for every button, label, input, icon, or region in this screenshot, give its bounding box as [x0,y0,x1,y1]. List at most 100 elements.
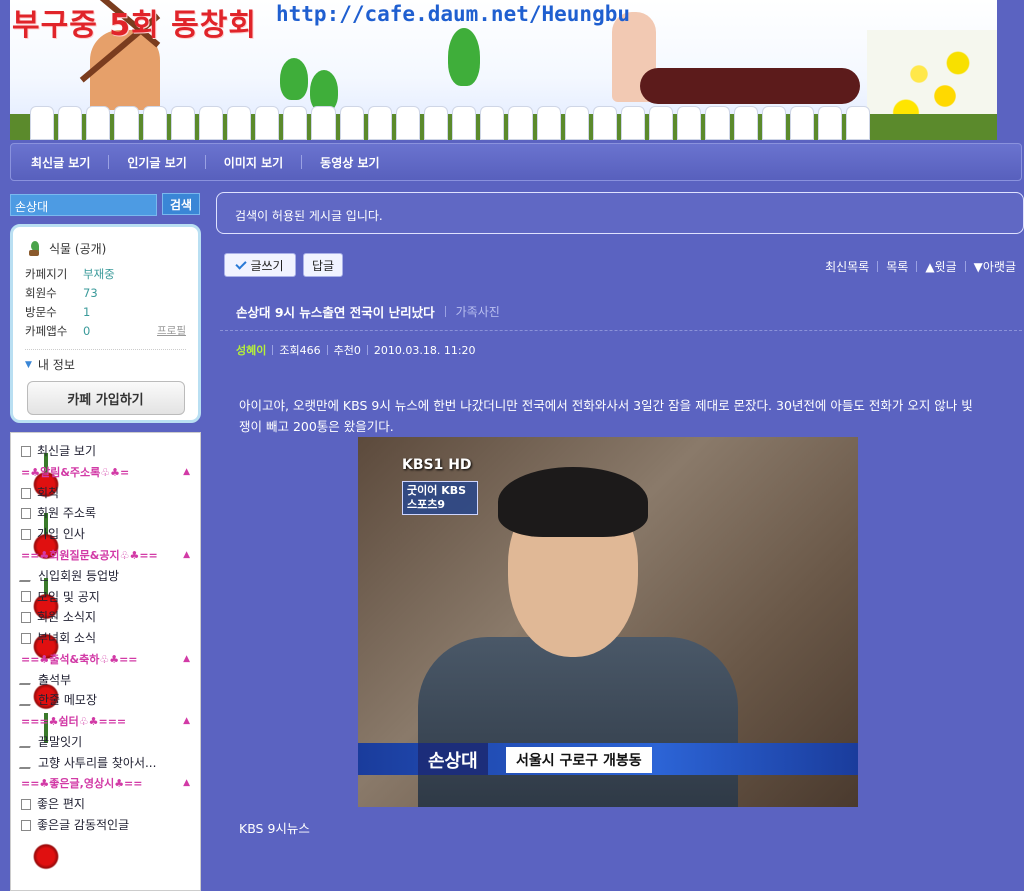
rose-decoration [33,843,59,873]
couple-illustration [600,8,870,118]
menu-item-label: 회칙 [37,485,60,500]
board-icon [21,612,31,624]
menu-item[interactable]: 좋은 편지 [21,794,200,815]
menu-item-label: 고향 사투리를 찾아서... [38,755,157,770]
menu-item[interactable]: 한줄 메모장 [18,690,200,711]
cafe-info-box: 식물 (공개) 카페지기 부재중 회원수 73 방문수 1 카페앱수 0 프로필… [10,224,201,423]
sidebar-menu: 최신글 보기 =♣알림&주소록♧♣= ▲ 회칙 회원 주소록 가입 인사 ==♣회원질문&공… [10,432,201,891]
menu-section-header: =♣알림&주소록♧♣= ▲ [21,462,200,483]
stat-row: 카페지기 부재중 [25,265,186,284]
pen-icon [18,674,35,686]
nav-popular[interactable]: 인기글 보기 [119,154,194,171]
collapse-icon[interactable]: ▲ [183,773,190,794]
post-views: 조회466 [279,344,321,357]
prev-post-link[interactable]: ▲윗글 [925,258,956,275]
search-button[interactable]: 검색 [162,193,200,215]
jacket-shape [418,637,738,807]
stat-value[interactable]: 73 [83,284,186,303]
menu-item-label: 한줄 메모장 [38,693,98,708]
write-button[interactable]: 글쓰기 [224,253,296,277]
menu-section-header: ===♣쉼터♧♣=== ▲ [21,711,200,732]
new-icon [21,445,31,457]
cafe-url[interactable]: http://cafe.daum.net/Heungbu [276,2,630,26]
profile-link[interactable]: 프로필 [157,322,186,341]
pen-icon [18,570,35,582]
list-link[interactable]: 목록 [886,258,908,275]
board-icon [21,487,31,499]
post-navigation: 최신목록 목록 ▲윗글 ▼아랫글 [825,258,1016,275]
menu-item[interactable]: 출석부 [18,670,200,691]
photo-caption: KBS 9시뉴스 [239,821,310,836]
menu-section-label: ===♣쉼터♧♣=== [21,715,127,729]
menu-item-label: 최신글 보기 [37,444,97,458]
top-nav: 최신글 보기 인기글 보기 이미지 보기 동영상 보기 [10,143,1022,181]
collapse-icon[interactable]: ▲ [183,462,190,483]
divider [916,261,918,272]
divider [964,261,966,272]
menu-item[interactable]: 회칙 [21,483,200,504]
menu-item[interactable]: 좋은글 감동적인글 [21,815,200,836]
stat-row: 방문수 1 [25,303,186,322]
divider [326,345,328,355]
dashed-divider [220,330,1022,331]
post-category[interactable]: 가족사진 [456,303,500,320]
post-body: 아이고야, 오랫만에 KBS 9시 뉴스에 한번 나갔더니만 전국에서 전화와사… [239,398,973,434]
nav-videos[interactable]: 동영상 보기 [312,154,387,171]
nav-divider [301,155,303,169]
pen-icon [18,757,35,769]
menu-item[interactable]: 가입 인사 [21,524,200,545]
stat-label: 카페앱수 [25,324,68,338]
menu-item[interactable]: 회원 주소록 [21,503,200,524]
kbs-sports-logo: 굿이어 KBS스포츠9 [402,481,478,515]
collapse-icon[interactable]: ▲ [183,711,190,732]
board-icon [21,591,31,603]
cafe-level-label: 식물 (공개) [49,241,107,256]
post-photo[interactable]: KBS1 HD 굿이어 KBS스포츠9 손상대 서울시 구로구 개봉동 [358,437,858,807]
post-recommend: 추천0 [333,344,361,357]
stat-label: 카페지기 [25,267,68,281]
stat-row: 회원수 73 [25,284,186,303]
nav-recent[interactable]: 최신글 보기 [23,154,98,171]
menu-item[interactable]: 부녀회 소식 [21,628,200,649]
board-icon [21,528,31,540]
menu-item[interactable]: 고향 사투리를 찾아서... [18,753,200,774]
menu-item[interactable]: 최신글 보기 [21,441,200,462]
post-toolbar: 글쓰기 답글 최신목록 목록 ▲윗글 ▼아랫글 [224,253,1016,279]
post-date: 2010.03.18. 11:20 [373,343,476,357]
menu-item[interactable]: 회원 소식지 [21,607,200,628]
menu-item-label: 좋은글 감동적인글 [37,818,130,833]
collapse-icon[interactable]: ▲ [183,649,190,670]
collapse-icon[interactable]: ▲ [183,545,190,566]
menu-item[interactable]: 모임 및 공지 [21,587,200,608]
my-info-label: 내 정보 [37,358,75,372]
plant-icon [25,239,43,257]
write-button-label: 글쓰기 [250,258,284,273]
nav-images[interactable]: 이미지 보기 [216,154,291,171]
board-icon [21,799,31,811]
divider [444,306,446,317]
menu-section-header: ==♣출석&축하♧♣== ▲ [21,649,200,670]
post-author[interactable]: 성혜이 [236,342,266,358]
menu-item-label: 부녀회 소식 [37,630,97,645]
my-info-toggle[interactable]: ▼ 내 정보 [25,356,186,373]
next-post-link[interactable]: ▼아랫글 [974,258,1016,275]
menu-item-label: 회원 소식지 [37,610,97,625]
check-icon [235,257,248,270]
menu-item-label: 가입 인사 [37,527,85,542]
menu-section-label: ==♣출석&축하♧♣== [21,652,138,666]
reply-button[interactable]: 답글 [303,253,343,277]
post-title: 손상대 9시 뉴스출연 전국이 난리났다 [236,305,435,320]
search-input[interactable]: 손상대 [10,194,157,216]
divider [25,349,186,350]
man-figure [640,68,860,104]
menu-item[interactable]: 신입회원 등업방 [18,566,200,587]
recent-list-link[interactable]: 최신목록 [825,258,869,275]
menu-item[interactable]: 끝말잇기 [18,732,200,753]
menu-section-label: ==♣좋은글,영상시♣== [21,777,143,791]
chevron-down-icon: ▼ [25,359,32,370]
stat-label: 회원수 [25,286,57,300]
divider [272,345,274,355]
stat-value[interactable]: 부재중 [83,265,186,284]
join-cafe-button[interactable]: 카페 가입하기 [26,381,185,415]
cafe-banner[interactable]: 부구중 5회 동창회 http://cafe.daum.net/Heungbu [10,0,997,140]
